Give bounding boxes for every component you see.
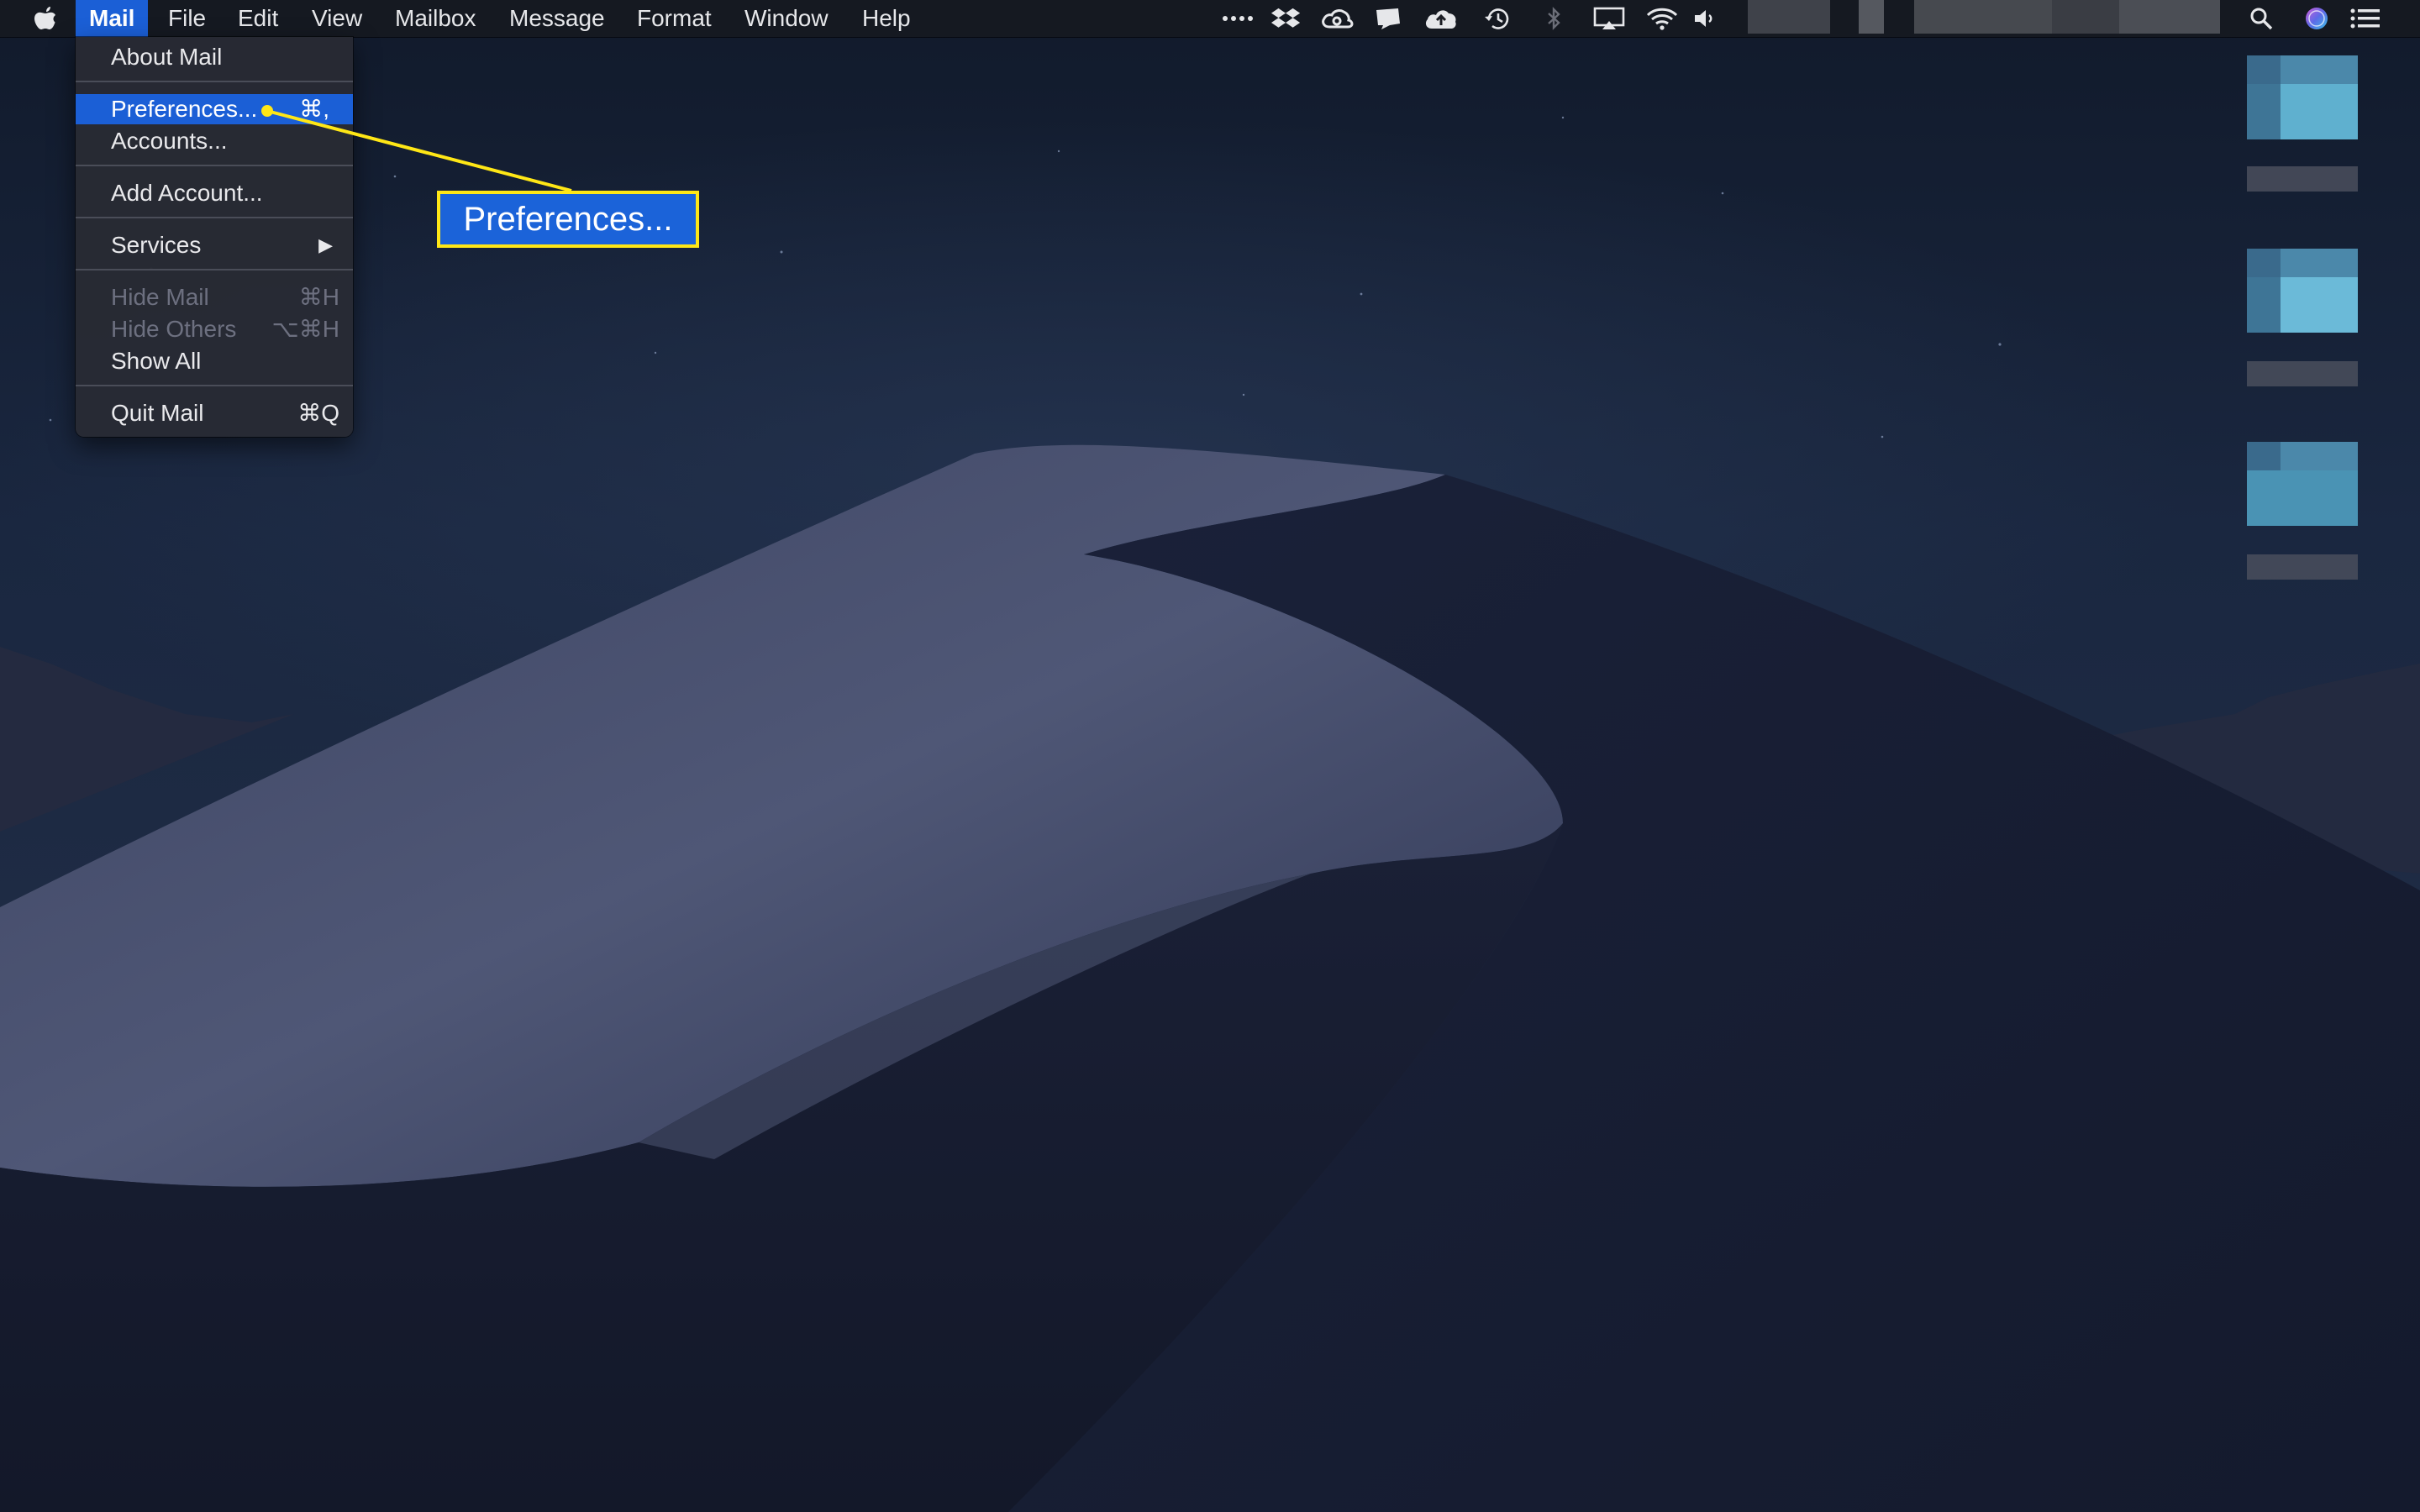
file-name-redacted (2247, 166, 2358, 192)
apple-logo-icon[interactable] (32, 5, 59, 34)
redacted-status-item (1914, 0, 2052, 34)
siri-icon[interactable] (2302, 7, 2331, 30)
file-thumbnail (2247, 249, 2358, 333)
redacted-status-item (1748, 0, 1830, 34)
mail-app-menu: About Mail Preferences... ⌘, Accounts...… (76, 37, 353, 437)
volume-icon[interactable] (1692, 7, 1721, 30)
desktop-wallpaper (0, 0, 2420, 1512)
menu-bar: Mail File Edit View Mailbox Message Form… (0, 0, 2420, 37)
menu-mailbox[interactable]: Mailbox (381, 0, 489, 37)
menu-item-label: About Mail (111, 44, 223, 70)
menu-separator (76, 165, 353, 166)
menu-mail[interactable]: Mail (76, 0, 149, 37)
notification-center-icon[interactable] (2349, 7, 2381, 30)
menu-item-about-mail[interactable]: About Mail (76, 42, 353, 72)
more-dots-icon[interactable] (1220, 7, 1257, 30)
airplay-icon[interactable] (1593, 7, 1627, 30)
wifi-icon[interactable] (1645, 7, 1679, 30)
menu-item-label: Add Account... (111, 180, 263, 206)
menu-window[interactable]: Window (731, 0, 842, 37)
menu-file[interactable]: File (155, 0, 219, 37)
file-name-redacted (2247, 361, 2358, 386)
menu-message[interactable]: Message (496, 0, 618, 37)
desktop-file-icon[interactable] (2247, 55, 2358, 192)
menu-item-show-all[interactable]: Show All (76, 346, 353, 376)
menu-item-label: Preferences... (111, 96, 258, 122)
redacted-status-item (2119, 0, 2220, 34)
time-machine-icon[interactable] (1482, 7, 1512, 30)
menu-item-shortcut: ⌘H (298, 284, 339, 310)
menu-item-quit-mail[interactable]: Quit Mail ⌘Q (76, 398, 353, 428)
spotlight-icon[interactable] (2249, 7, 2275, 30)
menu-item-label: Hide Mail (111, 284, 209, 310)
menu-help[interactable]: Help (849, 0, 924, 37)
bluetooth-icon[interactable] (1544, 7, 1565, 30)
menu-item-hide-mail: Hide Mail ⌘H (76, 282, 353, 312)
menu-item-shortcut: ⌘, (299, 96, 329, 122)
desktop-file-icon[interactable] (2247, 442, 2358, 580)
menu-item-hide-others: Hide Others ⌥⌘H (76, 314, 353, 344)
growl-icon[interactable] (1373, 7, 1403, 30)
mojave-dunes-wallpaper (0, 0, 2420, 1512)
menu-separator (76, 269, 353, 270)
icloud-upload-icon[interactable] (1423, 7, 1459, 30)
menu-separator (76, 385, 353, 386)
menu-item-shortcut: ⌥⌘H (271, 316, 340, 342)
menu-item-preferences[interactable]: Preferences... ⌘, (76, 94, 353, 124)
menu-item-label: Hide Others (111, 316, 237, 342)
menu-item-label: Services (111, 232, 202, 258)
menu-item-shortcut: ⌘Q (297, 400, 339, 426)
file-thumbnail (2247, 55, 2358, 139)
menu-edit[interactable]: Edit (224, 0, 292, 37)
menu-item-label: Quit Mail (111, 400, 204, 426)
file-name-redacted (2247, 554, 2358, 580)
dropbox-icon[interactable] (1270, 7, 1301, 30)
creative-cloud-icon[interactable] (1321, 7, 1355, 30)
menu-item-label: Accounts... (111, 128, 228, 154)
menu-separator (76, 217, 353, 218)
desktop-file-icon[interactable] (2247, 249, 2358, 386)
file-thumbnail (2247, 442, 2358, 526)
menu-item-services[interactable]: Services ▶ (76, 230, 353, 260)
menu-item-label: Show All (111, 348, 202, 374)
menu-item-add-account[interactable]: Add Account... (76, 178, 353, 208)
redacted-status-item (1859, 0, 1884, 34)
callout-label: Preferences... (437, 191, 699, 248)
menu-separator (76, 81, 353, 82)
submenu-arrow-icon: ▶ (318, 234, 333, 255)
redacted-status-item (2052, 0, 2119, 34)
menu-format[interactable]: Format (623, 0, 725, 37)
menu-view[interactable]: View (298, 0, 376, 37)
menu-item-accounts[interactable]: Accounts... (76, 126, 353, 156)
